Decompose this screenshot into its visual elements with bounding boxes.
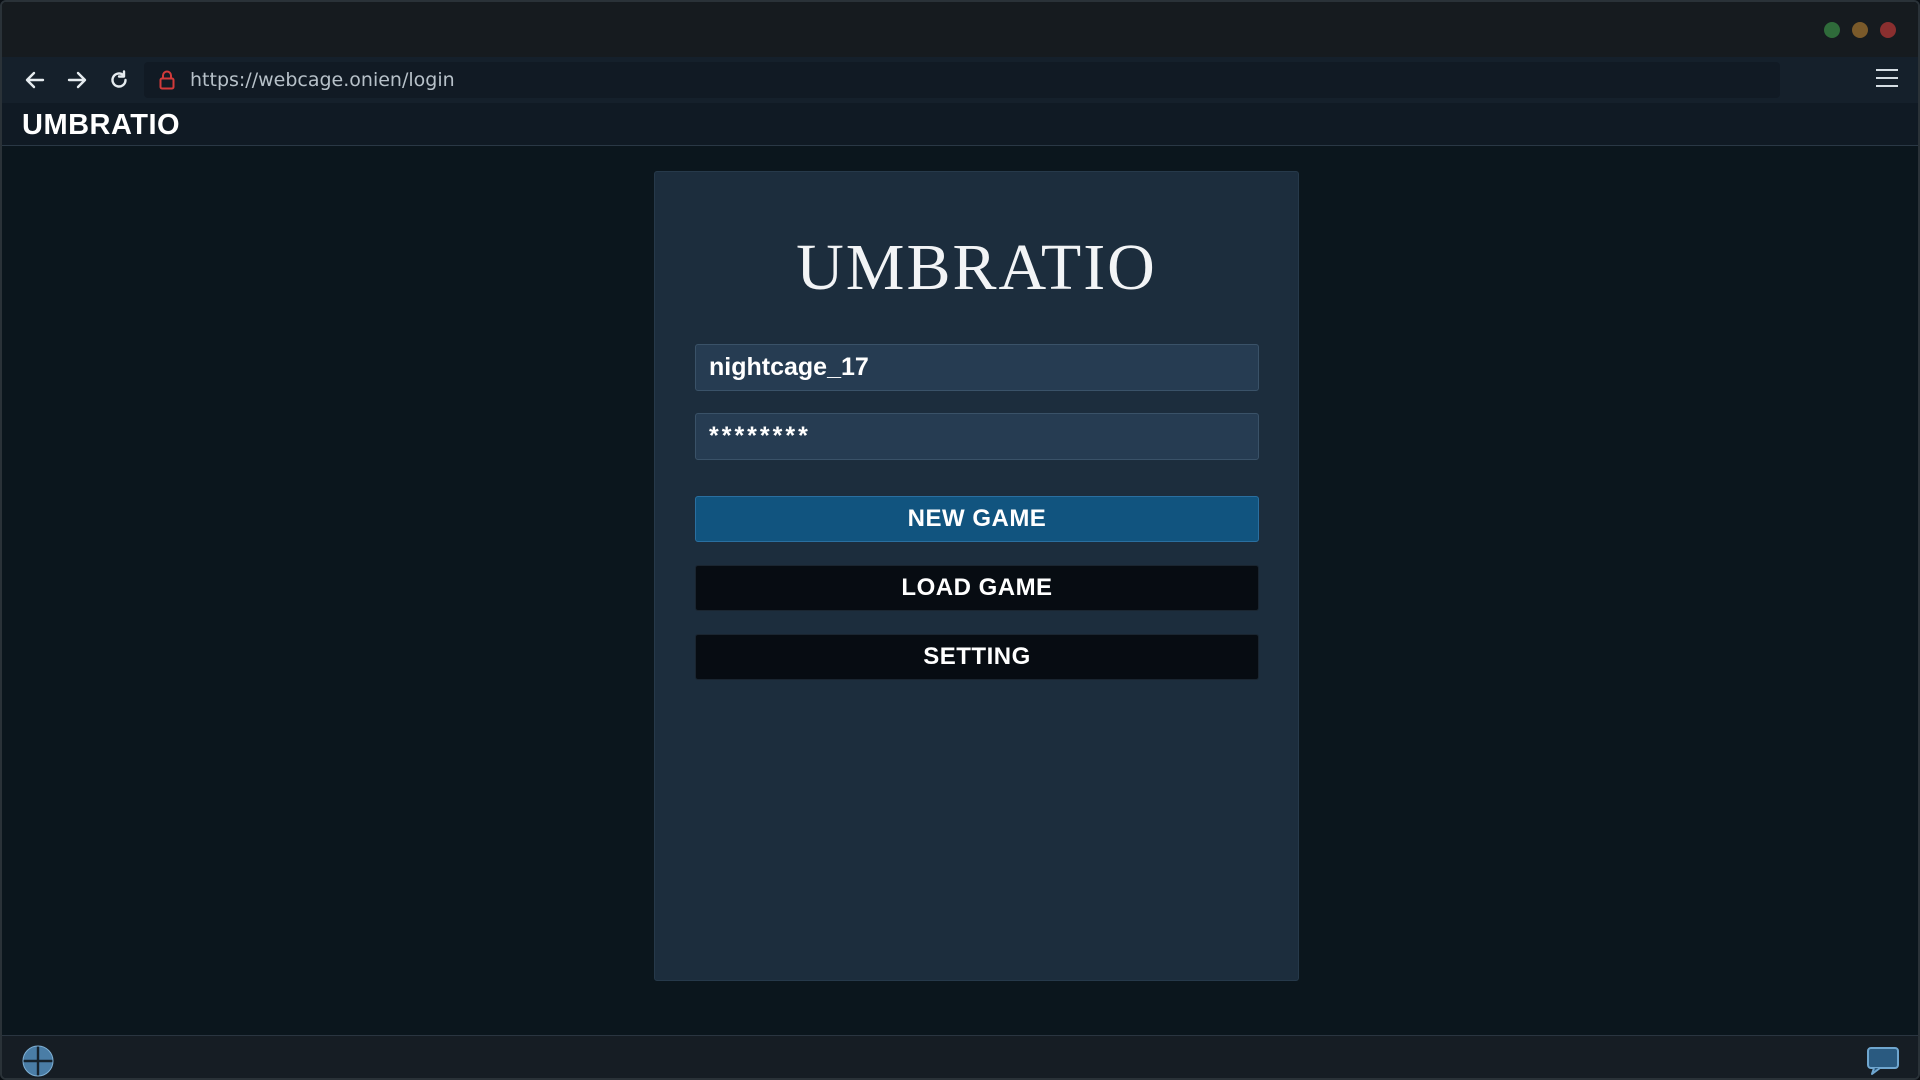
address-bar[interactable]: https://webcage.onien/login — [144, 62, 1780, 98]
browser-window: https://webcage.onien/login UMBRATIO UMB… — [0, 0, 1920, 1080]
new-game-button[interactable]: NEW GAME — [695, 496, 1259, 542]
browser-toolbar: https://webcage.onien/login — [2, 57, 1918, 103]
chat-icon[interactable] — [1866, 1046, 1900, 1076]
taskbar — [2, 1035, 1918, 1078]
page-content: UMBRATIO NEW GAME LOAD GAME SETTING — [2, 147, 1918, 1035]
site-header: UMBRATIO — [2, 103, 1918, 146]
maximize-dot[interactable] — [1824, 22, 1840, 38]
setting-button[interactable]: SETTING — [695, 634, 1259, 680]
game-title: UMBRATIO — [796, 231, 1157, 304]
site-logo[interactable]: UMBRATIO — [22, 109, 180, 142]
arrow-left-icon[interactable] — [23, 68, 47, 92]
password-field[interactable] — [695, 413, 1259, 460]
globe-icon[interactable] — [22, 1045, 54, 1077]
close-dot[interactable] — [1880, 22, 1896, 38]
lock-icon — [158, 70, 176, 90]
title-bar — [2, 2, 1918, 57]
load-game-button[interactable]: LOAD GAME — [695, 565, 1259, 611]
window-controls — [1824, 22, 1896, 38]
username-field[interactable] — [695, 344, 1259, 391]
arrow-right-icon[interactable] — [65, 68, 89, 92]
hamburger-menu-icon[interactable] — [1876, 69, 1898, 89]
url-text[interactable]: https://webcage.onien/login — [190, 69, 455, 91]
reload-icon[interactable] — [107, 68, 131, 92]
minimize-dot[interactable] — [1852, 22, 1868, 38]
login-card: UMBRATIO NEW GAME LOAD GAME SETTING — [654, 171, 1299, 981]
